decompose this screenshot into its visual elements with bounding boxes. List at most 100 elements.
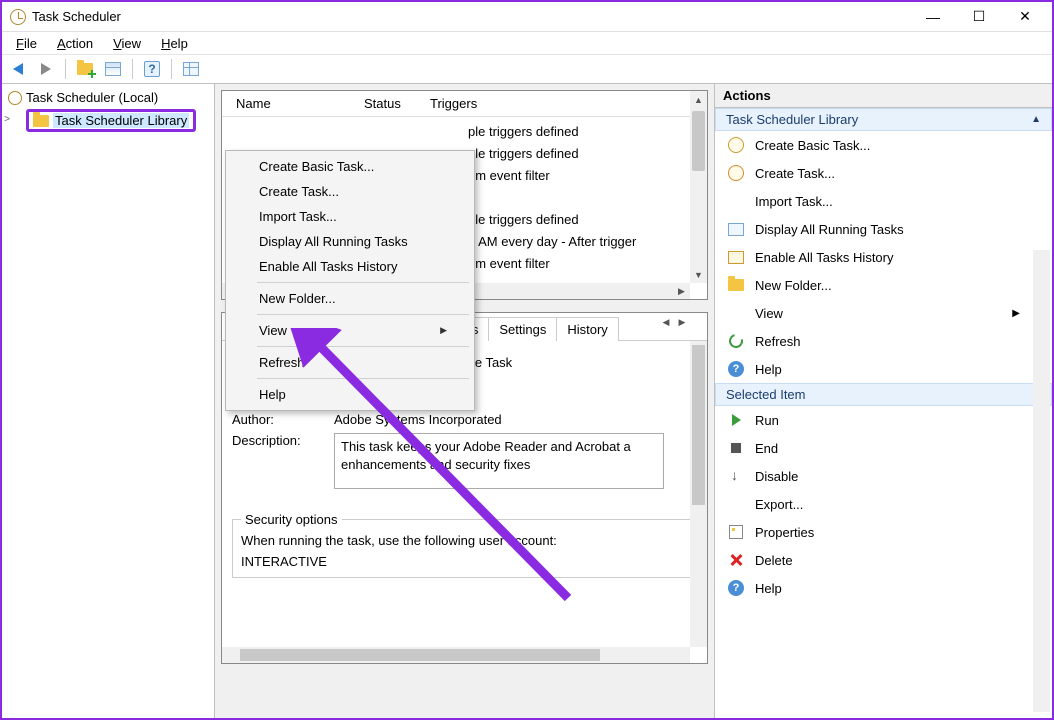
folder-icon <box>77 63 93 75</box>
forward-button[interactable] <box>34 57 58 81</box>
ctx-help[interactable]: Help <box>229 382 471 407</box>
scrollbar-thumb[interactable] <box>692 111 705 171</box>
detail-vertical-scrollbar[interactable] <box>690 341 707 647</box>
col-triggers[interactable]: Triggers <box>422 92 485 115</box>
grid-icon <box>105 62 121 76</box>
menu-view[interactable]: View <box>103 34 151 53</box>
arrow-right-icon <box>41 63 51 75</box>
close-button[interactable]: ✕ <box>1002 3 1048 31</box>
tab-scroll-left[interactable]: ◀ <box>658 317 674 328</box>
toolbar-separator <box>132 59 133 79</box>
properties-toolbar-button[interactable] <box>101 57 125 81</box>
list-vertical-scrollbar[interactable]: ▲ ▼ <box>690 91 707 283</box>
clock-icon <box>8 91 22 105</box>
window-title: Task Scheduler <box>32 9 910 24</box>
action-delete[interactable]: Delete <box>715 546 1052 574</box>
action-refresh[interactable]: Refresh <box>715 327 1052 355</box>
ctx-separator <box>257 282 469 283</box>
col-status[interactable]: Status <box>356 92 422 115</box>
ctx-display-running[interactable]: Display All Running Tasks <box>229 229 471 254</box>
clock-icon <box>728 137 744 153</box>
actions-pane: Actions Task Scheduler Library ▲ Create … <box>714 84 1052 718</box>
ctx-separator <box>257 346 469 347</box>
menu-file[interactable]: File <box>6 34 47 53</box>
ctx-create-basic-task[interactable]: Create Basic Task... <box>229 154 471 179</box>
actions-group-library[interactable]: Task Scheduler Library ▲ <box>715 108 1052 131</box>
submenu-arrow-icon: ▶ <box>1012 308 1020 319</box>
ctx-enable-history[interactable]: Enable All Tasks History <box>229 254 471 279</box>
ctx-refresh[interactable]: Refresh <box>229 350 471 375</box>
properties-icon <box>729 525 743 539</box>
ctx-view[interactable]: View▶ <box>229 318 471 343</box>
detail-desc-value[interactable]: This task keeps your Adobe Reader and Ac… <box>334 433 664 489</box>
detail-author-value: Adobe Systems Incorporated <box>334 412 502 427</box>
context-menu: Create Basic Task... Create Task... Impo… <box>225 150 475 411</box>
action-view[interactable]: View▶ <box>715 299 1052 327</box>
action-enable-history[interactable]: Enable All Tasks History <box>715 243 1052 271</box>
help-toolbar-button[interactable]: ? <box>140 57 164 81</box>
minimize-button[interactable]: — <box>910 3 956 31</box>
panes-icon <box>183 62 199 76</box>
action-display-running[interactable]: Display All Running Tasks <box>715 215 1052 243</box>
detail-author-label: Author: <box>232 412 334 427</box>
help-icon: ? <box>728 361 744 377</box>
view-toolbar-button[interactable] <box>179 57 203 81</box>
actions-group-label: Task Scheduler Library <box>726 112 858 127</box>
action-disable[interactable]: Disable <box>715 462 1052 490</box>
disable-icon <box>729 469 743 483</box>
tree-expander[interactable]: > <box>2 114 12 125</box>
tab-scroll-right[interactable]: ▶ <box>674 317 690 328</box>
history-icon <box>728 251 744 264</box>
actions-group-selected[interactable]: Selected Item ▲ <box>715 383 1052 406</box>
scroll-down-icon[interactable]: ▼ <box>690 266 707 283</box>
maximize-button[interactable]: ☐ <box>956 3 1002 31</box>
detail-horizontal-scrollbar[interactable] <box>222 647 690 663</box>
list-header: Name Status Triggers <box>222 91 707 117</box>
security-line1: When running the task, use the following… <box>241 533 688 548</box>
action-import-task[interactable]: Import Task... <box>715 187 1052 215</box>
content-area: Task Scheduler (Local) > Task Scheduler … <box>2 84 1052 718</box>
toolbar-separator <box>65 59 66 79</box>
collapse-icon[interactable]: ▲ <box>1031 114 1041 125</box>
scrollbar-thumb[interactable] <box>692 345 705 505</box>
scrollbar-thumb[interactable] <box>240 649 600 661</box>
ctx-import-task[interactable]: Import Task... <box>229 204 471 229</box>
folder-icon <box>33 115 49 127</box>
tree-child-label: Task Scheduler Library <box>53 113 189 128</box>
tree-root[interactable]: Task Scheduler (Local) <box>2 88 214 107</box>
tree-task-scheduler-library[interactable]: Task Scheduler Library <box>26 109 196 132</box>
delete-icon <box>729 553 743 567</box>
actions-scrollbar[interactable] <box>1033 250 1050 712</box>
col-name[interactable]: Name <box>228 92 356 115</box>
back-button[interactable] <box>6 57 30 81</box>
action-create-task[interactable]: Create Task... <box>715 159 1052 187</box>
app-clock-icon <box>10 9 26 25</box>
action-end[interactable]: End <box>715 434 1052 462</box>
action-new-folder[interactable]: New Folder... <box>715 271 1052 299</box>
task-icon <box>728 165 744 181</box>
help-icon: ? <box>728 580 744 596</box>
new-folder-toolbar-button[interactable] <box>73 57 97 81</box>
action-create-basic-task[interactable]: Create Basic Task... <box>715 131 1052 159</box>
action-properties[interactable]: Properties <box>715 518 1052 546</box>
action-help[interactable]: ?Help <box>715 355 1052 383</box>
menu-action[interactable]: Action <box>47 34 103 53</box>
arrow-left-icon <box>13 63 23 75</box>
action-run[interactable]: Run <box>715 406 1052 434</box>
menubar: File Action View Help <box>2 32 1052 54</box>
ctx-create-task[interactable]: Create Task... <box>229 179 471 204</box>
ctx-new-folder[interactable]: New Folder... <box>229 286 471 311</box>
security-legend: Security options <box>241 512 342 527</box>
tab-history[interactable]: History <box>556 317 618 341</box>
action-help-2[interactable]: ?Help <box>715 574 1052 602</box>
toolbar-separator <box>171 59 172 79</box>
tab-settings[interactable]: Settings <box>488 317 557 341</box>
menu-help[interactable]: Help <box>151 34 198 53</box>
scroll-up-icon[interactable]: ▲ <box>690 91 707 108</box>
list-row[interactable]: ple triggers defined <box>228 121 701 143</box>
titlebar: Task Scheduler — ☐ ✕ <box>2 2 1052 32</box>
scroll-right-icon[interactable]: ▶ <box>673 283 690 299</box>
blank-icon <box>727 304 745 322</box>
ctx-separator <box>257 378 469 379</box>
action-export[interactable]: Export... <box>715 490 1052 518</box>
